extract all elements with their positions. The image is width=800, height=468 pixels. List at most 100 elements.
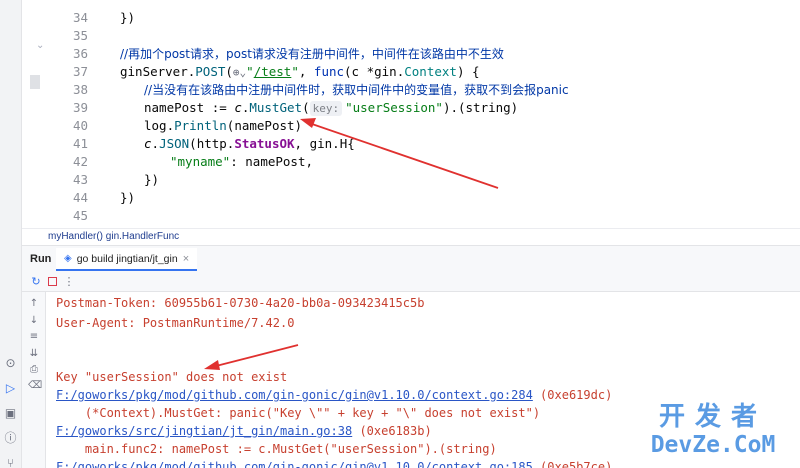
close-icon[interactable]: × <box>183 248 189 270</box>
code-line-42: "myname": namePost, <box>170 153 313 171</box>
editor-gutter: ⌄ 34 35 36 37 38 39 40 41 42 43 44 45 <box>22 0 100 228</box>
tab-label: go build jingtian/jt_gin <box>76 252 178 265</box>
stack-trace-link[interactable]: F:/goworks/src/jingtian/jt_gin/main.go:3… <box>56 424 352 438</box>
code-line-39: namePost := c.MustGet(key: "userSession")… <box>144 99 518 117</box>
code-text: ginServer. <box>120 64 196 79</box>
line-number: 38 <box>72 82 88 97</box>
print-icon[interactable]: ⎙ <box>28 364 40 375</box>
line-number: 41 <box>72 136 88 151</box>
code-line-34: }) <box>120 9 135 27</box>
more-options-icon[interactable]: ⋮ <box>62 275 76 289</box>
code-text: }) <box>144 172 160 187</box>
code-area[interactable]: }) //再加个post请求，post请求没有注册中间件，中间件在该路由中不生效… <box>100 0 800 228</box>
address-text: (0xe6183b) <box>352 424 432 438</box>
code-string: " <box>291 64 299 79</box>
code-line-37: ginServer.POST(⊕⌄"/test", func(c *gin.Co… <box>120 63 480 81</box>
line-number: 35 <box>72 28 88 43</box>
code-text: (http. <box>189 136 235 151</box>
tool-window-strip: ⊙ ▷ ▣ ⓘ ⑂ <box>0 0 22 468</box>
code-param: c <box>234 100 242 115</box>
code-line-40: log.Println(namePost) <box>144 117 302 135</box>
run-tool-header: Run ◈ go build jingtian/jt_gin × <box>22 245 800 272</box>
globe-icon[interactable]: ⊕⌄ <box>233 64 246 82</box>
code-text: log. <box>144 118 175 133</box>
code-text: (c *gin. <box>344 64 405 79</box>
parameter-hint: key: <box>309 101 343 116</box>
code-comment: //再加个post请求，post请求没有注册中间件，中间件在该路由中不生效 <box>120 47 504 61</box>
soft-wrap-icon[interactable]: ≡ <box>28 331 40 342</box>
tab-run-config[interactable]: ◈ go build jingtian/jt_gin × <box>56 248 198 271</box>
address-text: (0xe5b7ce) <box>532 460 613 468</box>
watermark-en: DevZe.CoM <box>650 432 776 458</box>
code-line-36: //再加个post请求，post请求没有注册中间件，中间件在该路由中不生效 <box>120 45 504 63</box>
code-text: (namePost) <box>226 118 303 133</box>
go-icon: ◈ <box>64 252 72 264</box>
console-line: User-Agent: PostmanRuntime/7.42.0 <box>56 316 295 330</box>
run-title: Run <box>30 253 52 265</box>
code-text: ( <box>225 64 233 79</box>
code-line-38: //当没有在该路由中注册中间件时，获取中间件中的变量值，获取不到会报panic <box>144 81 569 99</box>
stack-trace-link[interactable]: F:/goworks/pkg/mod/github.com/gin-gonic/… <box>56 388 533 402</box>
code-string: " <box>246 64 254 79</box>
fold-icon[interactable]: ⌄ <box>36 40 44 51</box>
rerun-icon[interactable]: ↻ <box>29 275 43 289</box>
code-text: , <box>298 64 314 79</box>
code-text: ) { <box>456 64 480 79</box>
console-line: F:/goworks/src/jingtian/jt_gin/main.go:3… <box>56 422 432 440</box>
code-line-41: c.JSON(http.StatusOK, gin.H{ <box>144 135 355 153</box>
arrow-down-icon[interactable]: ↓ <box>28 315 40 326</box>
code-line-43: }) <box>144 171 159 189</box>
code-comment: //当没有在该路由中注册中间件时，获取中间件中的变量值，获取不到会报panic <box>144 83 569 97</box>
gutter-marker <box>30 75 40 89</box>
code-text: . <box>151 136 160 151</box>
code-function: JSON <box>159 136 190 151</box>
breadcrumb[interactable]: myHandler() gin.HandlerFunc <box>22 228 800 245</box>
code-function: Println <box>174 118 227 133</box>
watermark-logo: 开发者 DevZe.CoM <box>634 402 792 458</box>
stop-button[interactable] <box>45 275 59 289</box>
console-line: (*Context).MustGet: panic("Key \"" + key… <box>56 406 541 420</box>
line-number: 42 <box>72 154 88 169</box>
terminal-icon[interactable]: ▣ <box>3 406 18 421</box>
line-number: 43 <box>72 172 88 187</box>
console-line: F:/goworks/pkg/mod/github.com/gin-gonic/… <box>56 386 612 404</box>
line-number: 40 <box>72 118 88 133</box>
line-number: 39 <box>72 100 88 115</box>
code-function: POST <box>195 64 226 79</box>
code-keyword: func <box>313 64 345 79</box>
line-number: 44 <box>72 190 88 205</box>
stop-icon <box>47 277 57 286</box>
console-line: main.func2: namePost := c.MustGet("userS… <box>56 442 497 456</box>
stack-trace-link[interactable]: F:/goworks/pkg/mod/github.com/gin-gonic/… <box>56 460 533 468</box>
code-text: }) <box>120 190 136 205</box>
code-text: , gin.H{ <box>294 136 355 151</box>
line-number: 45 <box>72 208 88 223</box>
code-constant: StatusOK <box>234 136 295 151</box>
arrow-up-icon[interactable]: ↑ <box>28 298 40 309</box>
code-function: MustGet <box>249 100 303 115</box>
code-text: ).(string) <box>442 100 519 115</box>
code-string: "userSession" <box>345 100 443 115</box>
run-toolbar: ↻ ⋮ <box>22 272 800 292</box>
line-number: 36 <box>72 46 88 61</box>
services-icon[interactable]: ⊙ <box>3 356 18 371</box>
code-text: namePost := <box>144 100 235 115</box>
run-tool-icon[interactable]: ▷ <box>3 381 18 396</box>
code-string: "myname" <box>170 154 231 169</box>
scroll-to-end-icon[interactable]: ⇊ <box>28 348 40 359</box>
console-side-toolbar: ↑ ↓ ≡ ⇊ ⎙ ⌫ <box>22 292 46 468</box>
route-link[interactable]: /test <box>254 64 292 79</box>
address-text: (0xe619dc) <box>532 388 613 402</box>
git-icon[interactable]: ⑂ <box>3 456 18 468</box>
code-param: c <box>144 136 152 151</box>
code-line-44: }) <box>120 189 135 207</box>
problems-icon[interactable]: ⓘ <box>3 431 18 446</box>
code-editor[interactable]: ⌄ 34 35 36 37 38 39 40 41 42 43 44 45 })… <box>22 0 800 228</box>
console-line: Key "userSession" does not exist <box>56 370 288 384</box>
code-text: ( <box>302 100 310 115</box>
trash-icon[interactable]: ⌫ <box>28 380 42 391</box>
code-type: Context <box>404 64 457 79</box>
watermark-cn: 开发者 <box>658 402 767 432</box>
line-number: 34 <box>72 10 88 25</box>
console-line: Postman-Token: 60955b61-0730-4a20-bb0a-0… <box>56 296 425 310</box>
